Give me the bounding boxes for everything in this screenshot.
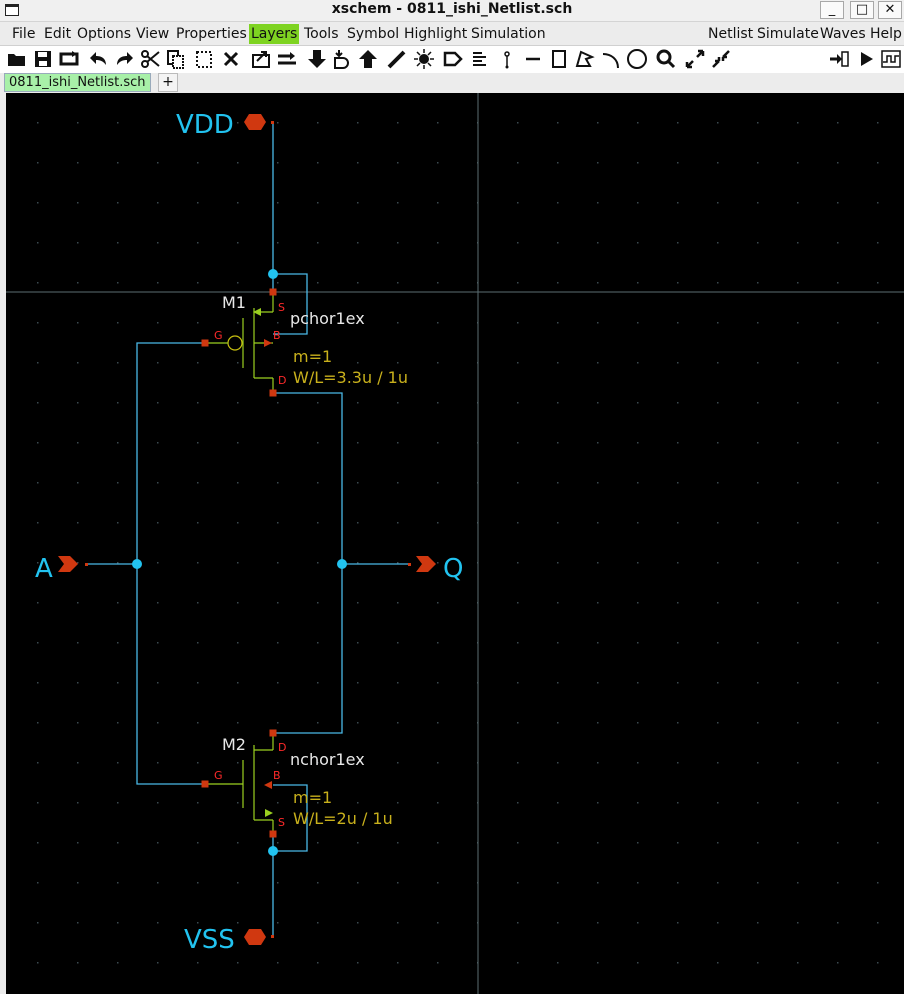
rect-icon[interactable]	[548, 48, 570, 70]
text-icon[interactable]	[468, 48, 490, 70]
paste-icon[interactable]	[193, 48, 215, 70]
close-button[interactable]: ✕	[878, 1, 902, 19]
toolbar	[0, 45, 904, 74]
open-icon[interactable]	[6, 48, 28, 70]
menu-symbol[interactable]: Symbol	[345, 24, 401, 44]
m1-pin-d: D	[278, 374, 286, 387]
m2-wl: W/L=2u / 1u	[293, 809, 393, 828]
menu-simulate[interactable]: Simulate	[755, 24, 821, 44]
title-bar: xschem - 0811_ishi_Netlist.sch _ □ ✕	[0, 0, 904, 22]
junction-a	[132, 559, 142, 569]
vdd-label: VDD	[176, 110, 234, 140]
m2-mult: m=1	[293, 788, 332, 807]
junction-q	[337, 559, 347, 569]
save-icon[interactable]	[32, 48, 54, 70]
netlist-icon[interactable]	[828, 48, 850, 70]
up-icon[interactable]	[357, 48, 379, 70]
schematic-drawing: VDD VSS A Q M1 pchor1ex m=1 W/L=3.3u / 1…	[6, 93, 904, 994]
tab-bar: 0811_ishi_Netlist.sch +	[0, 73, 904, 92]
menu-highlight[interactable]: Highlight	[402, 24, 469, 44]
down-icon[interactable]	[306, 48, 328, 70]
m1-pin-b: B	[273, 329, 281, 342]
menu-view[interactable]: View	[134, 24, 171, 44]
junction-vss	[268, 846, 278, 856]
menu-help[interactable]: Help	[868, 24, 904, 44]
m1-wl: W/L=3.3u / 1u	[293, 368, 408, 387]
junction-vdd	[268, 269, 278, 279]
highlight-icon[interactable]	[413, 48, 435, 70]
menu-simulation[interactable]: Simulation	[469, 24, 548, 44]
insert-symbol-icon[interactable]	[331, 48, 353, 70]
copy-icon[interactable]	[164, 48, 186, 70]
undo-icon[interactable]	[88, 48, 110, 70]
reload-icon[interactable]	[58, 48, 80, 70]
line-icon[interactable]	[522, 48, 544, 70]
menu-options[interactable]: Options	[75, 24, 133, 44]
menu-tools[interactable]: Tools	[302, 24, 341, 44]
schematic-canvas[interactable]: VDD VSS A Q M1 pchor1ex m=1 W/L=3.3u / 1…	[6, 93, 904, 994]
m1-model: pchor1ex	[290, 309, 365, 328]
m1-pin-s: S	[278, 301, 285, 314]
m2-model: nchor1ex	[290, 750, 365, 769]
cut-icon[interactable]	[139, 48, 161, 70]
menu-properties[interactable]: Properties	[174, 24, 249, 44]
maximize-button[interactable]: □	[850, 1, 874, 19]
m2-pin-g: G	[214, 769, 223, 782]
delete-icon[interactable]	[220, 48, 242, 70]
polygon-icon[interactable]	[574, 48, 596, 70]
output-label: Q	[443, 554, 463, 584]
m2-pin-b: B	[273, 769, 281, 782]
simulate-icon[interactable]	[855, 48, 877, 70]
probe-icon[interactable]	[496, 48, 518, 70]
m1-name: M1	[222, 293, 246, 312]
minimize-button[interactable]: _	[820, 1, 844, 19]
grid	[6, 93, 904, 994]
m1-pin-g: G	[214, 329, 223, 342]
zoom-full-icon[interactable]	[684, 48, 706, 70]
menu-layers[interactable]: Layers	[249, 24, 300, 44]
redo-icon[interactable]	[113, 48, 135, 70]
m2-pin-d: D	[278, 741, 286, 754]
draw-wire-icon[interactable]	[386, 48, 408, 70]
arc-icon[interactable]	[600, 48, 622, 70]
menu-waves[interactable]: Waves	[818, 24, 868, 44]
waves-icon[interactable]	[880, 48, 902, 70]
move-icon[interactable]	[250, 48, 272, 70]
swap-icon[interactable]	[276, 48, 298, 70]
m1-mult: m=1	[293, 347, 332, 366]
input-label: A	[35, 554, 53, 584]
zoom-fit-icon[interactable]	[710, 48, 732, 70]
m2-name: M2	[222, 735, 246, 754]
m2-pin-s: S	[278, 816, 285, 829]
menu-file[interactable]: File	[10, 24, 37, 44]
vss-label: VSS	[184, 925, 235, 955]
menu-bar: File Edit Options View Properties Layers…	[0, 22, 904, 44]
zoom-icon[interactable]	[655, 48, 677, 70]
window-title: xschem - 0811_ishi_Netlist.sch	[331, 1, 573, 17]
menu-netlist[interactable]: Netlist	[706, 24, 755, 44]
menu-edit[interactable]: Edit	[42, 24, 73, 44]
tab-0811-ishi-netlist[interactable]: 0811_ishi_Netlist.sch	[4, 73, 151, 92]
circle-icon[interactable]	[626, 48, 648, 70]
pin-icon[interactable]	[442, 48, 464, 70]
add-tab-button[interactable]: +	[158, 73, 178, 92]
